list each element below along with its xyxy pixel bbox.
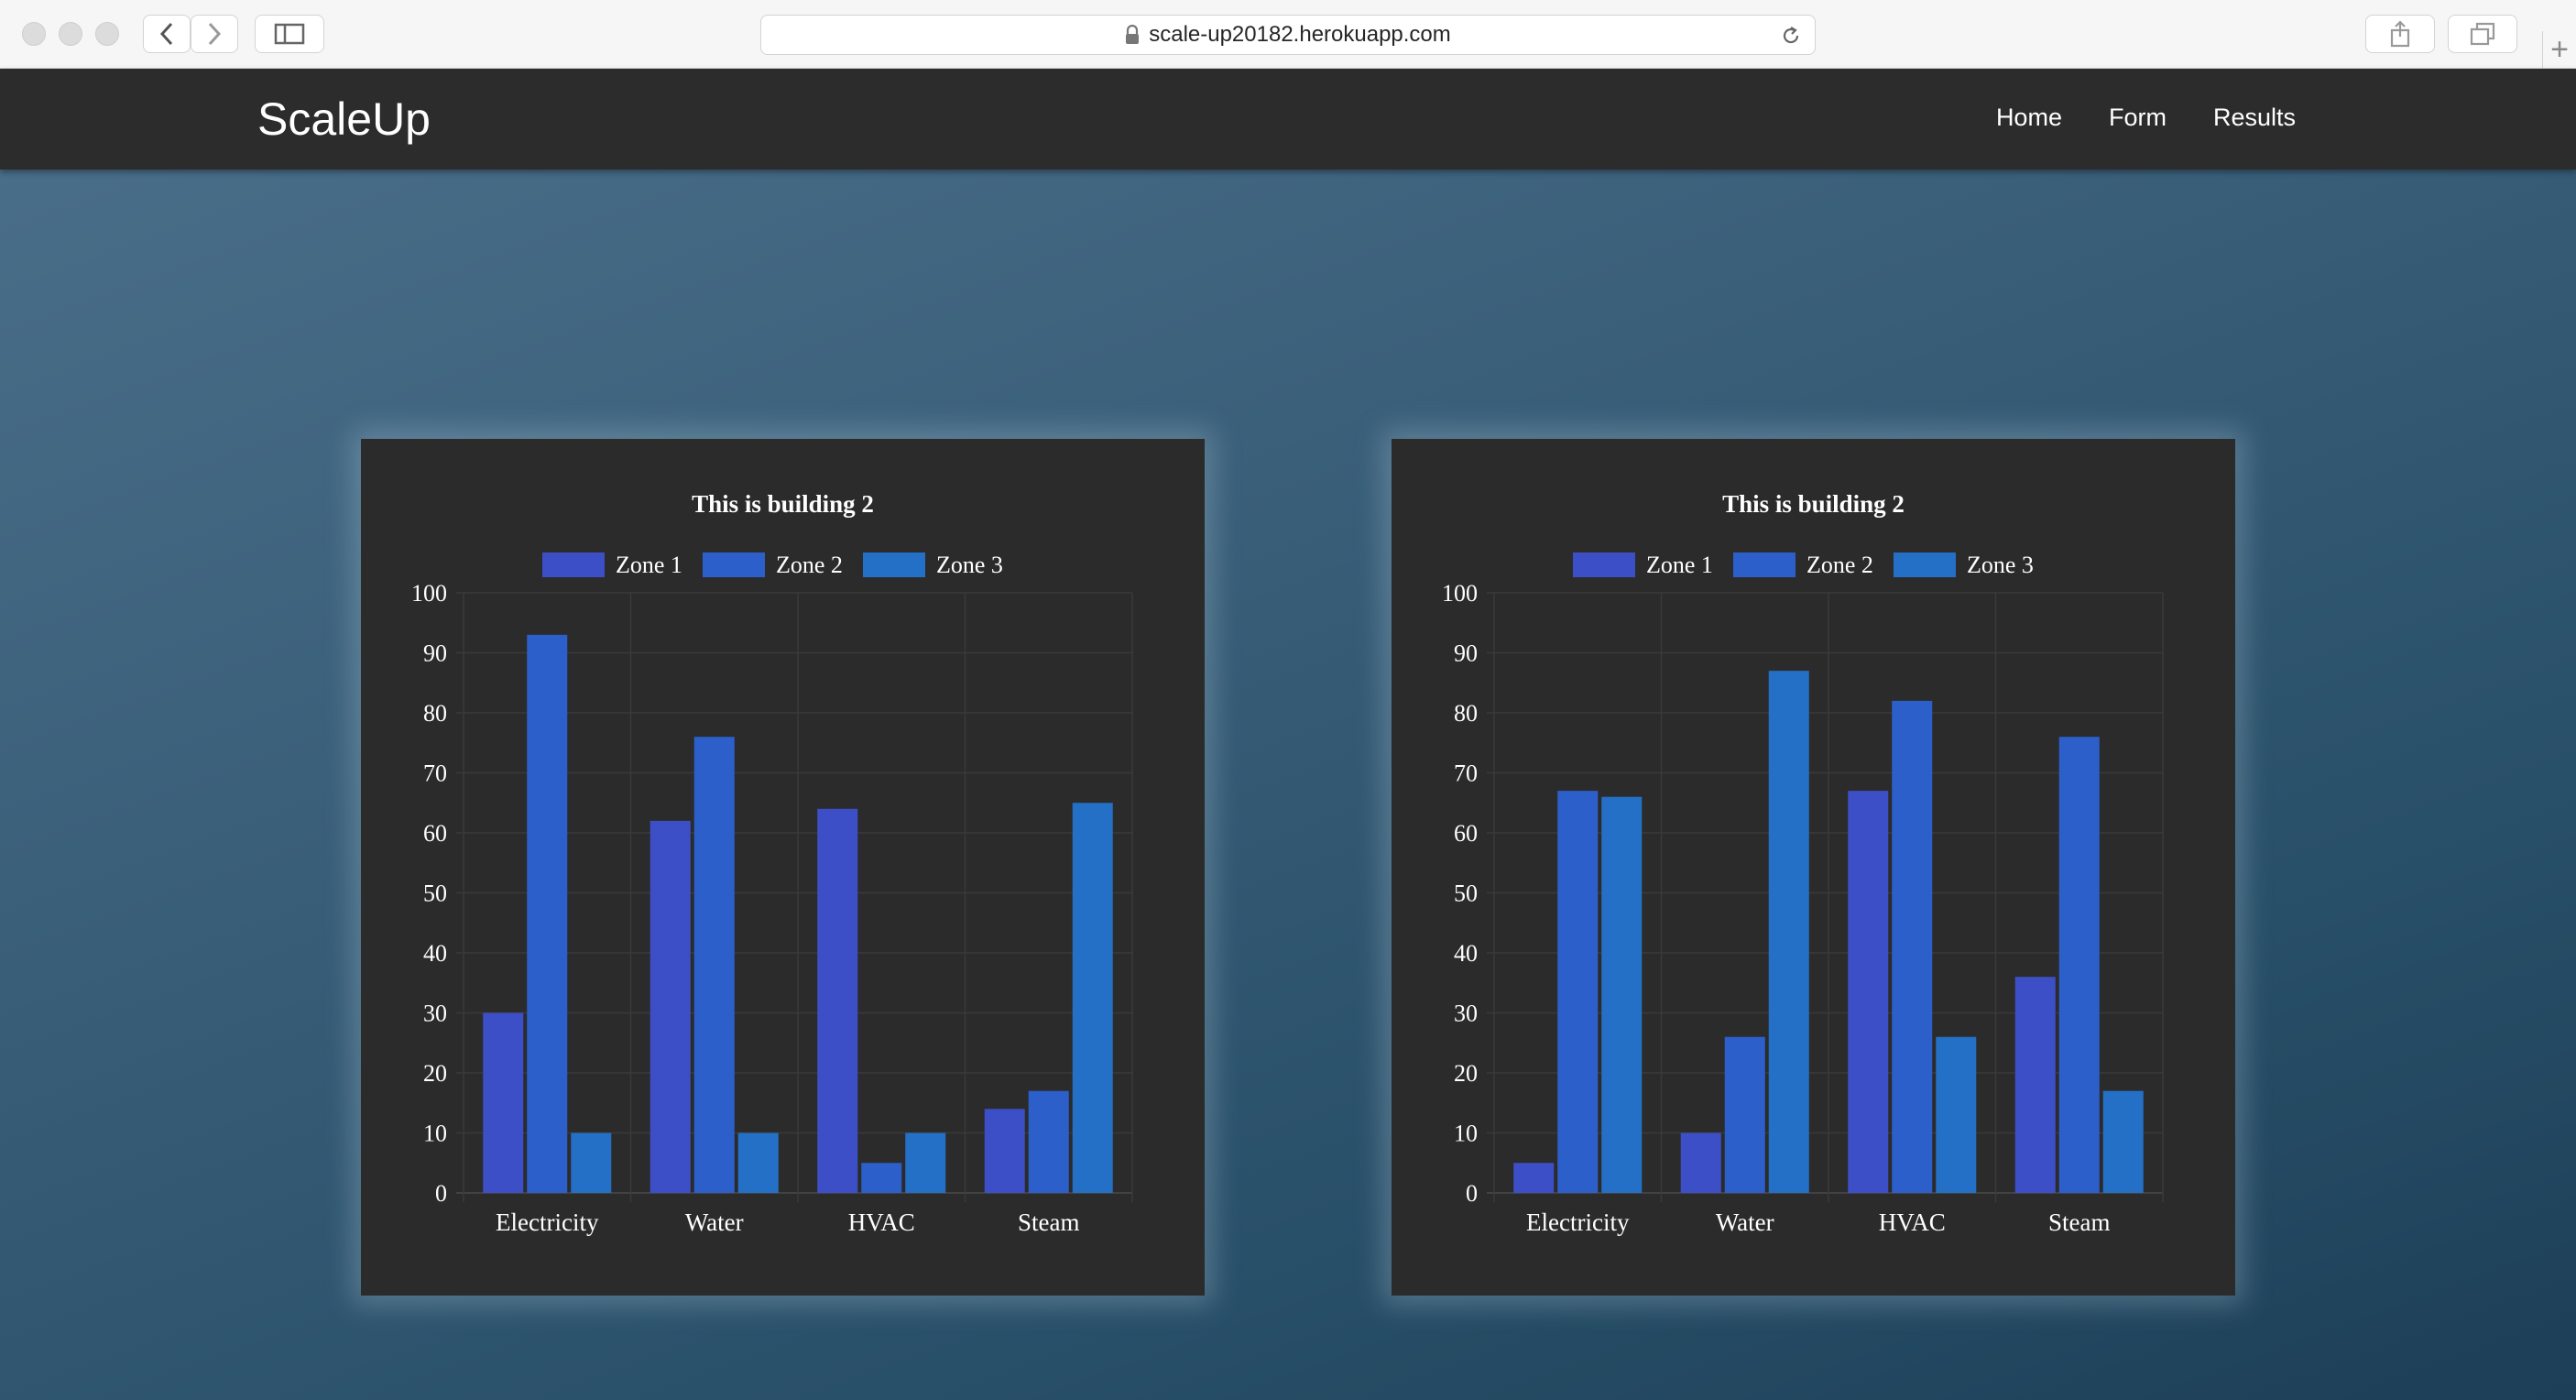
x-tick-label: Steam — [1018, 1209, 1080, 1236]
bar-zone-3[interactable] — [905, 1132, 946, 1194]
bar-zone-3[interactable] — [1072, 803, 1113, 1193]
y-tick-label: 90 — [1454, 640, 1478, 667]
y-tick-label: 0 — [1466, 1180, 1478, 1207]
y-tick-label: 40 — [423, 940, 447, 967]
nav-links: Home Form Results — [1949, 104, 2296, 132]
bar-zone-1[interactable] — [649, 820, 691, 1193]
legend-label[interactable]: Zone 2 — [776, 552, 843, 578]
bar-zone-2[interactable] — [2058, 737, 2100, 1193]
reload-icon[interactable] — [1780, 25, 1802, 47]
y-tick-label: 50 — [423, 880, 447, 907]
share-button[interactable] — [2365, 15, 2435, 53]
y-tick-label: 0 — [435, 1180, 447, 1207]
bar-chart-1: This is building 2 Zone 1 Zone 2 Zone 3 0 10 2… — [411, 490, 1133, 1236]
bar-zone-3[interactable] — [571, 1132, 612, 1194]
bar-zone-1[interactable] — [483, 1012, 524, 1194]
site-navbar: ScaleUp Home Form Results — [0, 69, 2576, 170]
bar-chart-2: This is building 2 Zone 1 Zone 2 Zone 3 0 10 2… — [1442, 490, 2164, 1236]
legend-swatch — [1894, 552, 1956, 577]
y-tick-label: 40 — [1454, 940, 1478, 967]
chart-card-2: This is building 2 Zone 1 Zone 2 Zone 3 0 10 2… — [1392, 439, 2235, 1296]
y-tick-label: 10 — [1454, 1121, 1478, 1147]
legend-swatch — [863, 552, 925, 577]
x-tick-label: Water — [685, 1209, 744, 1236]
forward-icon — [205, 21, 224, 47]
x-tick-label: Electricity — [1526, 1209, 1630, 1236]
legend-swatch — [703, 552, 765, 577]
x-tick-label: HVAC — [1879, 1209, 1946, 1236]
nav-link-home[interactable]: Home — [1996, 104, 2062, 132]
bar-zone-1[interactable] — [1848, 791, 1889, 1193]
tabs-icon — [2470, 22, 2495, 46]
legend-label[interactable]: Zone 3 — [936, 552, 1003, 578]
bar-zone-1[interactable] — [1680, 1132, 1721, 1194]
y-tick-label: 70 — [1454, 760, 1478, 787]
bar-zone-1[interactable] — [984, 1109, 1025, 1193]
nav-link-form[interactable]: Form — [2109, 104, 2167, 132]
y-tick-label: 20 — [423, 1060, 447, 1087]
sidebar-icon — [274, 23, 305, 45]
legend-label[interactable]: Zone 1 — [1646, 552, 1713, 578]
legend-label[interactable]: Zone 3 — [1967, 552, 2034, 578]
chart-title: This is building 2 — [692, 490, 874, 518]
bar-zone-3[interactable] — [1601, 796, 1643, 1193]
tabs-button[interactable] — [2448, 15, 2517, 53]
close-window-button[interactable] — [22, 22, 46, 46]
y-tick-label: 30 — [423, 1001, 447, 1027]
bar-zone-3[interactable] — [1936, 1036, 1977, 1193]
back-icon — [158, 21, 176, 47]
url-text: scale-up20182.herokuapp.com — [1149, 22, 1451, 47]
address-bar[interactable]: scale-up20182.herokuapp.com — [760, 15, 1816, 55]
y-tick-label: 80 — [423, 700, 447, 727]
lock-icon — [1125, 25, 1140, 45]
bar-zone-3[interactable] — [737, 1132, 779, 1194]
x-tick-label: Water — [1716, 1209, 1774, 1236]
bar-zone-1[interactable] — [1513, 1163, 1555, 1193]
bar-zone-1[interactable] — [817, 808, 858, 1193]
y-tick-label: 80 — [1454, 700, 1478, 727]
y-tick-label: 70 — [423, 760, 447, 787]
legend-swatch — [542, 552, 605, 577]
y-tick-label: 60 — [1454, 820, 1478, 847]
x-tick-label: Steam — [2048, 1209, 2111, 1236]
bar-zone-3[interactable] — [1768, 671, 1809, 1193]
bar-zone-2[interactable] — [693, 737, 735, 1193]
bar-zone-2[interactable] — [861, 1163, 902, 1193]
bar-zone-2[interactable] — [1892, 700, 1933, 1193]
bar-zone-2[interactable] — [1724, 1036, 1765, 1193]
chart-card-1: This is building 2 Zone 1 Zone 2 Zone 3 0 10 2… — [361, 439, 1205, 1296]
minimize-window-button[interactable] — [59, 22, 82, 46]
y-tick-label: 60 — [423, 820, 447, 847]
share-icon — [2389, 20, 2411, 48]
y-tick-label: 50 — [1454, 880, 1478, 907]
y-tick-label: 100 — [1442, 580, 1478, 607]
sidebar-button[interactable] — [255, 15, 324, 53]
browser-toolbar: scale-up20182.herokuapp.com + — [0, 0, 2576, 69]
nav-link-results[interactable]: Results — [2213, 104, 2296, 132]
bar-zone-3[interactable] — [2102, 1090, 2144, 1193]
legend-label[interactable]: Zone 2 — [1806, 552, 1873, 578]
new-tab-icon[interactable]: + — [2542, 31, 2576, 68]
bar-zone-2[interactable] — [1557, 791, 1599, 1193]
y-tick-label: 10 — [423, 1121, 447, 1147]
bar-zone-2[interactable] — [1028, 1090, 1069, 1193]
legend-swatch — [1573, 552, 1635, 577]
legend-label[interactable]: Zone 1 — [616, 552, 682, 578]
x-tick-label: Electricity — [496, 1209, 599, 1236]
bar-zone-1[interactable] — [2014, 977, 2056, 1193]
y-tick-label: 90 — [423, 640, 447, 667]
chart-title: This is building 2 — [1722, 490, 1905, 518]
y-tick-label: 100 — [411, 580, 447, 607]
y-tick-label: 30 — [1454, 1001, 1478, 1027]
legend-swatch — [1733, 552, 1796, 577]
bar-zone-2[interactable] — [527, 634, 568, 1193]
forward-button[interactable] — [191, 15, 238, 53]
y-tick-label: 20 — [1454, 1060, 1478, 1087]
brand-logo[interactable]: ScaleUp — [257, 93, 431, 146]
back-button[interactable] — [143, 15, 191, 53]
x-tick-label: HVAC — [848, 1209, 915, 1236]
zoom-window-button[interactable] — [95, 22, 119, 46]
